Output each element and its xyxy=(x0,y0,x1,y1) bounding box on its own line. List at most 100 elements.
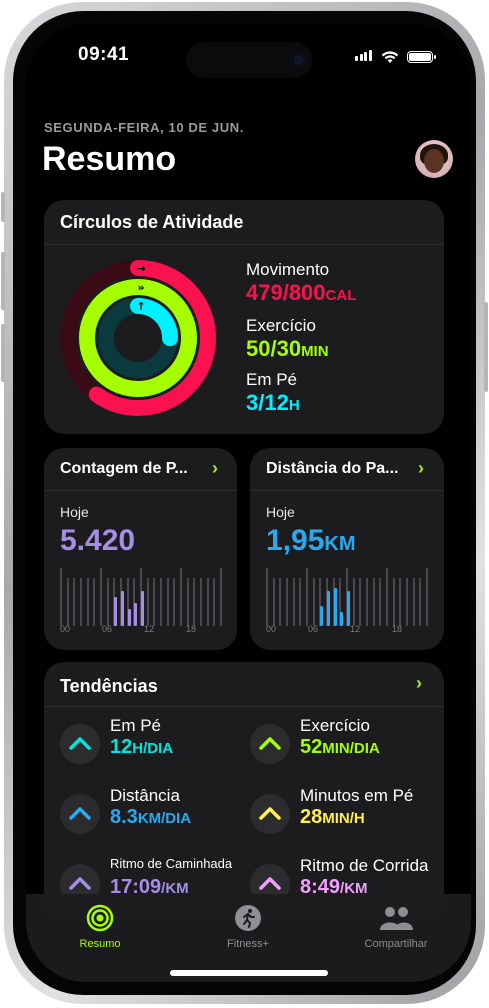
stand-ring-arrow-icon: ↑ xyxy=(136,300,145,313)
chart-tick-label: 06 xyxy=(102,624,113,634)
chart-gridline xyxy=(160,578,162,626)
chart-gridline xyxy=(312,578,315,626)
trends-title: Tendências xyxy=(60,676,158,696)
tab-resumo-label: Resumo xyxy=(79,938,121,950)
chart-gridline xyxy=(193,578,196,626)
distance-title: Distância do Pa... xyxy=(266,460,399,477)
distance-value: 1,95KM xyxy=(266,524,356,557)
exercise-value: 50/30MIN xyxy=(246,336,329,361)
chart-gridline xyxy=(100,568,102,626)
chart-gridline xyxy=(286,578,288,626)
status-time: 09:41 xyxy=(78,44,130,65)
chart-gridline xyxy=(86,578,89,626)
chart-gridline xyxy=(292,578,295,626)
tab-fitness-label: Fitness+ xyxy=(227,938,269,950)
chart-gridline xyxy=(366,578,368,626)
chart-gridline xyxy=(419,578,422,626)
trend-label: Exercício xyxy=(300,716,370,735)
chart-gridline xyxy=(412,578,415,626)
chart-gridline xyxy=(392,578,395,626)
chart-bar xyxy=(333,588,337,626)
people-icon xyxy=(378,904,414,932)
activity-card-title: Círculos de Atividade xyxy=(60,212,244,232)
trend-up-icon xyxy=(250,724,290,764)
chart-tick-label: 06 xyxy=(308,624,319,634)
steps-chart xyxy=(60,568,222,626)
stand-value: 3/12H xyxy=(246,390,300,415)
chart-gridline xyxy=(406,578,408,626)
chart-gridline xyxy=(279,578,282,626)
distance-card[interactable]: Distância do Pa... › Hoje 1,95KM 00 06 12 1… xyxy=(250,448,444,650)
chart-gridline xyxy=(186,578,189,626)
chart-gridline xyxy=(66,578,69,626)
move-ring-arrow-icon: → xyxy=(136,262,145,275)
chevron-right-icon: › xyxy=(416,673,422,693)
runner-icon xyxy=(234,904,262,932)
profile-avatar[interactable] xyxy=(415,140,453,178)
chart-bar xyxy=(121,591,124,626)
chart-gridline xyxy=(220,568,222,626)
step-count-title: Contagem de P... xyxy=(60,460,188,477)
date-label: SEGUNDA-FEIRA, 10 DE JUN. xyxy=(44,120,244,135)
chart-bar xyxy=(320,605,324,626)
chevron-right-icon: › xyxy=(212,458,218,478)
chart-gridline xyxy=(299,578,302,626)
activity-rings-card[interactable]: Círculos de Atividade → » ↑ Movimento 479/… xyxy=(44,200,444,434)
tab-fitness-plus[interactable]: Fitness+ xyxy=(188,904,308,950)
chart-gridline xyxy=(206,578,209,626)
steps-value: 5.420 xyxy=(60,524,136,557)
signal-icon xyxy=(355,48,373,66)
chart-gridline xyxy=(180,568,182,626)
battery-icon xyxy=(407,51,436,63)
move-label: Movimento xyxy=(246,260,330,279)
tab-compartilhar-label: Compartilhar xyxy=(364,938,428,950)
activity-rings: → » ↑ xyxy=(60,260,216,416)
trend-value: 8.3KM/DIA xyxy=(110,806,192,828)
chart-tick-label: 12 xyxy=(350,624,361,634)
trends-card[interactable]: Tendências › Em Pé 12H/DIA Exercício 52MIN/… xyxy=(44,662,444,922)
chart-gridline xyxy=(352,578,355,626)
chart-gridline xyxy=(306,568,308,626)
chart-gridline xyxy=(272,578,275,626)
move-value: 479/800CAL xyxy=(246,280,357,305)
page-title: Resumo xyxy=(42,140,177,178)
chart-bar xyxy=(327,591,330,626)
trend-up-icon xyxy=(60,724,100,764)
screen: 09:41 SEGUNDA-FEIRA, 10 DE JUN. Resumo C… xyxy=(26,24,471,982)
chart-gridline xyxy=(372,578,375,626)
chart-tick-label: 18 xyxy=(186,624,197,634)
chart-gridline xyxy=(426,568,428,626)
trend-label: Ritmo de Caminhada xyxy=(110,856,233,871)
trend-label: Ritmo de Corrida xyxy=(300,856,429,875)
trend-value: 52MIN/DIA xyxy=(300,736,380,758)
steps-today-label: Hoje xyxy=(60,504,89,520)
exercise-label: Exercício xyxy=(246,316,316,335)
distance-today-label: Hoje xyxy=(266,504,295,520)
chart-bar xyxy=(134,602,138,626)
status-icons xyxy=(355,48,436,66)
chart-gridline xyxy=(106,578,109,626)
trend-label: Distância xyxy=(110,786,180,805)
trend-label: Minutos em Pé xyxy=(300,786,414,805)
chart-tick-label: 12 xyxy=(144,624,155,634)
chart-gridline xyxy=(213,578,216,626)
chart-tick-label: 00 xyxy=(266,624,277,634)
chart-tick-label: 18 xyxy=(392,624,403,634)
chart-gridline xyxy=(153,578,156,626)
chart-gridline xyxy=(146,578,149,626)
chart-gridline xyxy=(200,578,202,626)
chart-gridline xyxy=(379,578,382,626)
tab-compartilhar[interactable]: Compartilhar xyxy=(336,904,456,950)
distance-chart xyxy=(266,568,428,626)
chart-tick-label: 00 xyxy=(60,624,71,634)
trend-value: 28MIN/H xyxy=(300,806,365,828)
side-button xyxy=(484,302,488,392)
tab-resumo[interactable]: Resumo xyxy=(40,904,160,950)
step-count-card[interactable]: Contagem de P... › Hoje 5.420 00 06 12 18 xyxy=(44,448,237,650)
exercise-ring-arrow-icon: » xyxy=(137,281,144,294)
chart-gridline xyxy=(399,578,402,626)
trend-up-icon xyxy=(60,794,100,834)
chart-bar xyxy=(347,591,350,626)
chart-gridline xyxy=(359,578,362,626)
camera xyxy=(290,51,308,69)
